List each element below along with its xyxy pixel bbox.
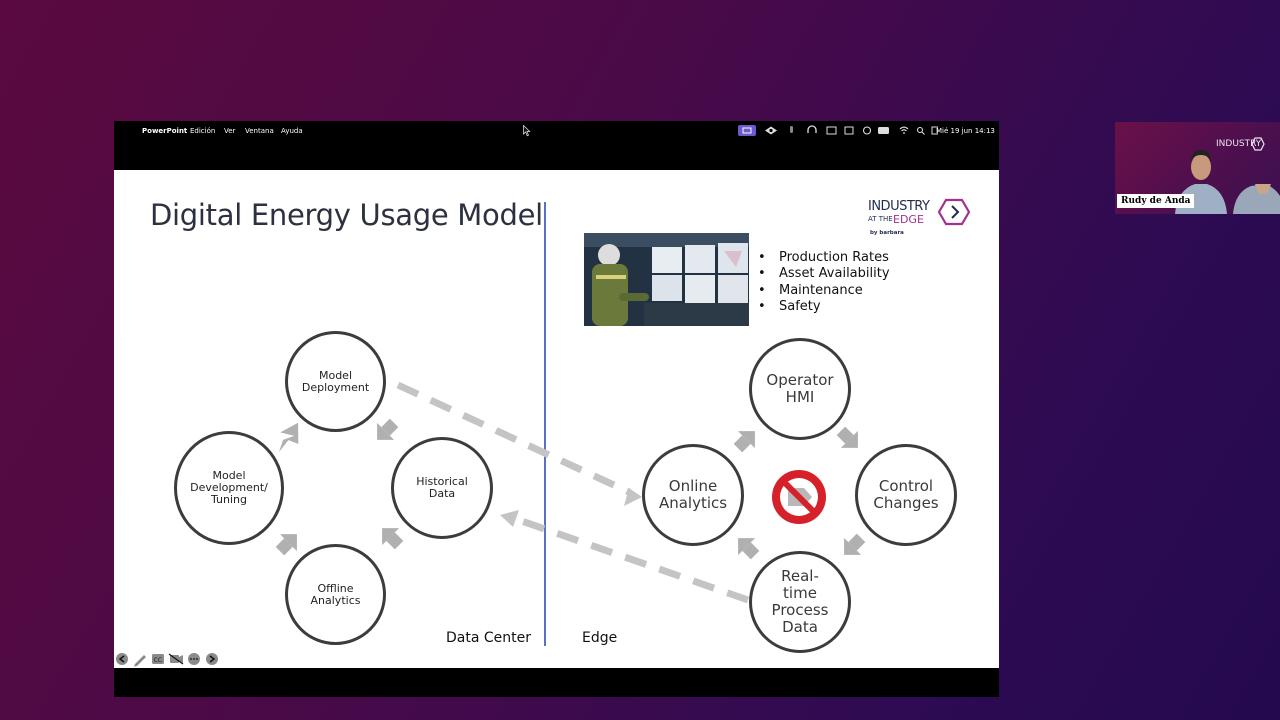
menu-ayuda[interactable]: Ayuda [281, 127, 303, 135]
node-label: Real- time Process Data [771, 567, 829, 636]
arrow-down-right [377, 418, 399, 440]
keyboard-icon [826, 126, 837, 135]
diagram-arrows [275, 381, 866, 604]
forward-arrow-icon[interactable] [206, 653, 218, 665]
node-label: Offline Analytics [310, 581, 361, 607]
more-options-icon[interactable] [188, 653, 200, 665]
svg-text:CC: CC [154, 657, 162, 664]
pen-icon[interactable] [134, 655, 146, 667]
search-icon [916, 126, 924, 134]
headphones-icon [807, 125, 817, 133]
arrow-up-right [278, 422, 299, 453]
edge-arrow-up-right [733, 431, 755, 453]
menu-ver[interactable]: Ver [224, 127, 235, 135]
node-operator-hmi: Operator HMI [749, 338, 851, 440]
menu-edicion[interactable]: Edición [190, 127, 215, 135]
node-offline-analytics: Offline Analytics [285, 544, 386, 645]
node-label: Model Deployment [301, 368, 370, 394]
microphone-icon [790, 126, 793, 133]
menu-ventana[interactable]: Ventana [245, 127, 274, 135]
node-label: Historical Data [416, 475, 468, 500]
node-control-changes: Control Changes [855, 444, 957, 546]
node-label: Online Analytics [658, 477, 728, 512]
user-icon [862, 126, 872, 135]
node-model-development: Model Development/ Tuning [174, 431, 284, 545]
slideshow-controls: CC [116, 653, 218, 667]
presenter-name-tag: Rudy de Anda [1117, 194, 1195, 208]
webcam-overlay: INDUSTRY Rudy de Anda [1115, 122, 1280, 214]
battery-icon [878, 127, 889, 134]
label-edge: Edge [582, 630, 618, 646]
node-model-deployment: Model Deployment [285, 331, 386, 432]
node-label: Control Changes [873, 477, 939, 512]
webcam-logo-text: INDUSTRY [1216, 139, 1262, 149]
camera-off-icon[interactable] [168, 653, 184, 665]
node-label: Model Development/ Tuning [190, 469, 268, 506]
node-online-analytics: Online Analytics [642, 444, 744, 546]
edge-arrow-down-right [836, 426, 858, 448]
back-arrow-icon[interactable] [116, 653, 128, 665]
mac-menubar: PowerPoint Edición Ver Ventana Ayuda Mié… [114, 121, 999, 141]
slide: Digital Energy Usage Model INDUSTRY AT T… [114, 170, 999, 668]
edge-arrow-up-left [738, 538, 760, 560]
arrow-down-left [382, 528, 404, 550]
node-label: Operator HMI [766, 371, 834, 406]
node-realtime-data: Real- time Process Data [749, 551, 851, 653]
node-historical-data: Historical Data [391, 437, 493, 539]
menu-clock: Mié 19 jun 14:13 [936, 127, 995, 135]
label-data-center: Data Center [446, 630, 531, 646]
subtitles-icon[interactable]: CC [152, 654, 164, 664]
presenter-screen: PowerPoint Edición Ver Ventana Ayuda Mié… [114, 121, 999, 697]
menu-app-name[interactable]: PowerPoint [142, 127, 187, 135]
edge-arrow-down-left [844, 533, 866, 555]
mouse-pointer-icon [523, 125, 531, 137]
arrow-up-left [275, 534, 297, 556]
no-sign-icon [772, 470, 826, 524]
screen-share-icon [738, 125, 756, 136]
status-icons [738, 125, 938, 136]
wifi-icon [899, 126, 909, 132]
